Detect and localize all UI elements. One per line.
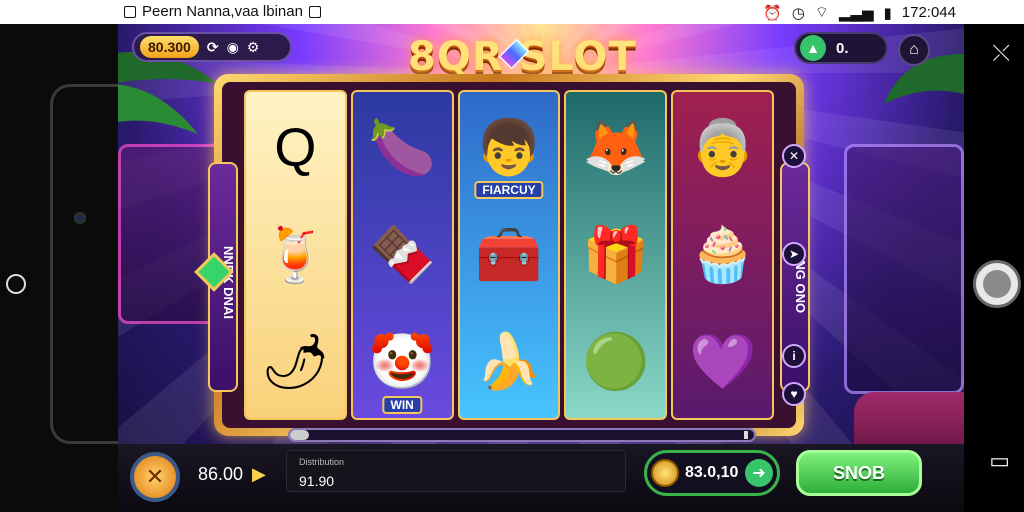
info-label: Distribution — [299, 457, 345, 467]
win-value: 83.0,10 — [685, 464, 739, 481]
reel-symbol: 🍌 — [475, 332, 543, 393]
bottom-control-bar: ✕ 86.00 ▶ Distribution 91.90 83.0,10 ➜ S… — [118, 444, 964, 512]
battery-icon: ▮ — [883, 4, 892, 22]
reel-frame: NNRK DNAI BNG ONO ✕ ➤ i ♥ Q 🍹 🌶 🍆 🍫 🤡 WI… — [194, 74, 810, 436]
reel-symbol: 🟢 — [582, 332, 650, 393]
settings-icon[interactable]: ⚙ — [247, 39, 260, 56]
balance-pill[interactable]: 80.300 ⟳ ◉ ⚙ — [132, 32, 292, 62]
reel-5: 👵 🧁 💜 — [671, 90, 774, 420]
alarm-icon: ⏰ — [763, 4, 782, 22]
left-phone-edge — [0, 24, 120, 512]
clock-icon: ◷ — [791, 4, 805, 22]
reel-symbol: 🧰 — [475, 224, 543, 285]
image-icon — [308, 5, 321, 18]
nav-circle-icon[interactable] — [6, 274, 26, 294]
progress-end-marker — [744, 431, 748, 439]
balance-value: 80.300 — [140, 36, 199, 58]
reel-symbol-cell: 👦 FIARCUY — [464, 96, 555, 200]
symbol-label: FIARCUY — [474, 181, 544, 200]
reel-symbol: 💜 — [688, 332, 757, 393]
status-right: ⏰ ◷ ⌔ ▂▃▅ ▮ 172:044 — [763, 3, 956, 22]
coin-icon[interactable]: ◉ — [227, 39, 239, 56]
close-icon[interactable]: ✕ — [782, 144, 806, 168]
reel-symbol: 🎁 — [582, 224, 650, 285]
refresh-icon[interactable]: ⟳ — [207, 39, 219, 56]
spin-progress-bar[interactable] — [288, 428, 756, 442]
arrow-icon[interactable]: ➤ — [782, 242, 806, 266]
screen-rotate-icon[interactable]: ⤬ — [992, 40, 1010, 66]
bet-coin-button[interactable]: ✕ — [130, 452, 180, 502]
reel-symbol: 👦 — [475, 117, 543, 178]
level-value: 0. — [836, 39, 849, 57]
home-icon[interactable]: ⌂ — [898, 34, 930, 66]
reel-symbol: 🦊 — [582, 117, 650, 178]
info-box: Distribution 91.90 — [286, 450, 626, 492]
gold-coin-icon — [651, 459, 679, 487]
reel-symbol: Q — [274, 117, 317, 178]
symbol-label: WIN — [382, 396, 422, 414]
home-button[interactable] — [973, 260, 1021, 308]
status-time: 172:044 — [901, 4, 956, 21]
reel-symbol: 👵 — [688, 117, 757, 178]
reel-symbol: 🧁 — [688, 224, 757, 285]
reels-grid: Q 🍹 🌶 🍆 🍫 🤡 WIN 👦 FIARCUY 🧰 🍌 🦊 🎁 🟢 👵 🧁 … — [244, 90, 774, 420]
add-icon[interactable]: ➜ — [745, 459, 773, 487]
reel-4: 🦊 🎁 🟢 — [564, 90, 668, 420]
reel-symbol: 🍆 — [368, 117, 436, 178]
phone-bezel — [50, 84, 120, 444]
reel-3: 👦 FIARCUY 🧰 🍌 — [457, 90, 561, 420]
bet-value: 86.00 — [198, 464, 244, 484]
reel-symbol: 🍹 — [261, 224, 330, 285]
reel-symbol-cell: 🤡 WIN — [357, 311, 448, 414]
progress-fill — [290, 430, 309, 440]
right-nav-bar: ⤬ ▭ — [964, 24, 1024, 512]
arcade-machine-right — [844, 144, 964, 394]
slot-game-screen: 80.300 ⟳ ◉ ⚙ 8QR SLOT ▲ 0. ⌂ NNRK DNAI B… — [118, 24, 964, 512]
level-pill[interactable]: ▲ 0. — [794, 32, 888, 64]
win-pill[interactable]: 83.0,10 ➜ — [644, 450, 780, 496]
android-status-bar: Peern Nanna,vaa lbinan ⏰ ◷ ⌔ ▂▃▅ ▮ 172:0… — [0, 0, 1024, 24]
info-icon[interactable]: i — [782, 344, 806, 368]
heart-icon[interactable]: ♥ — [782, 382, 806, 406]
wifi-icon: ⌔ — [814, 4, 829, 21]
palm-leaves-icon — [118, 52, 218, 134]
signal-icon: ▂▃▅ — [838, 4, 874, 22]
notification-icon — [124, 5, 136, 18]
reel-symbol: 🌶 — [261, 332, 330, 393]
status-left: Peern Nanna,vaa lbinan — [124, 3, 321, 20]
reel-1: Q 🍹 🌶 — [244, 90, 347, 420]
spin-button[interactable]: SNOB — [796, 450, 922, 496]
info-value: 91.90 — [299, 473, 335, 489]
bet-increase-icon[interactable]: ▶ — [252, 464, 266, 485]
level-icon: ▲ — [800, 35, 826, 61]
reel-2: 🍆 🍫 🤡 WIN — [350, 90, 454, 420]
camera-icon — [74, 212, 86, 224]
reel-symbol: 🍫 — [368, 224, 436, 285]
reel-frame-inner: NNRK DNAI BNG ONO ✕ ➤ i ♥ Q 🍹 🌶 🍆 🍫 🤡 WI… — [194, 82, 810, 428]
recent-apps-icon[interactable]: ▭ — [989, 448, 1010, 474]
reel-symbol: 🤡 — [368, 332, 436, 393]
status-app-text: Peern Nanna,vaa lbinan — [142, 3, 303, 20]
